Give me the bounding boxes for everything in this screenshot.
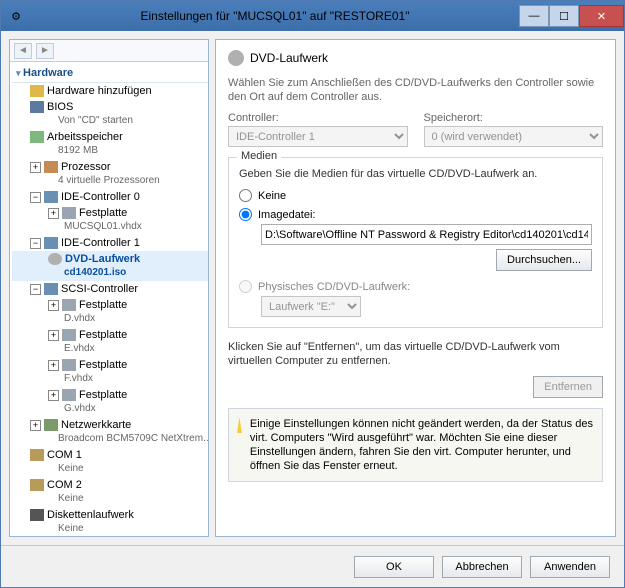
add-hardware-icon: [30, 85, 44, 97]
tree-scsi-hd2[interactable]: +FestplatteE.vhdx: [12, 327, 208, 357]
radio-none-label: Keine: [258, 190, 286, 202]
ide-icon: [44, 191, 58, 203]
browse-button[interactable]: Durchsuchen...: [496, 249, 592, 271]
tree-dvd-drive[interactable]: DVD-Laufwerkcd140201.iso: [12, 251, 208, 281]
window-icon: ⚙: [1, 1, 31, 31]
ide-icon: [44, 237, 58, 249]
remove-info: Klicken Sie auf "Entfernen", um das virt…: [228, 328, 603, 372]
dialog-footer: OK Abbrechen Anwenden: [1, 545, 624, 587]
tree-ide0-hd[interactable]: +FestplatteMUCSQL01.vhdx: [12, 205, 208, 235]
settings-window: ⚙ Einstellungen für "MUCSQL01" auf "REST…: [0, 0, 625, 588]
detail-panel: DVD-Laufwerk Wählen Sie zum Anschließen …: [215, 39, 616, 537]
radio-physical-label: Physisches CD/DVD-Laufwerk:: [258, 281, 410, 293]
hardware-tree[interactable]: Hardware Hardware hinzufügen BIOSVon "CD…: [10, 62, 208, 536]
physical-drive-select[interactable]: Laufwerk "E:": [261, 296, 361, 317]
media-fieldset: Medien Geben Sie die Medien für das virt…: [228, 157, 603, 328]
warning-icon: [237, 417, 242, 433]
tree-ide0[interactable]: −IDE-Controller 0: [12, 189, 208, 205]
tree-bios[interactable]: BIOSVon "CD" starten: [12, 99, 208, 129]
minimize-button[interactable]: —: [519, 5, 549, 27]
radio-none[interactable]: [239, 189, 252, 202]
com-port-icon: [30, 449, 44, 461]
bios-icon: [30, 101, 44, 113]
window-title: Einstellungen für "MUCSQL01" auf "RESTOR…: [31, 9, 519, 23]
dvd-icon: [48, 253, 62, 265]
radio-image-label: Imagedatei:: [258, 209, 315, 221]
titlebar[interactable]: ⚙ Einstellungen für "MUCSQL01" auf "REST…: [1, 1, 624, 31]
controller-label: Controller:: [228, 112, 408, 124]
tree-floppy[interactable]: DiskettenlaufwerkKeine: [12, 507, 208, 536]
expand-toggle[interactable]: +: [30, 420, 41, 431]
tree-add-hardware[interactable]: Hardware hinzufügen: [12, 83, 208, 99]
maximize-button[interactable]: ☐: [549, 5, 579, 27]
disk-icon: [62, 207, 76, 219]
nav-forward-button[interactable]: ►: [36, 43, 54, 59]
memory-icon: [30, 131, 44, 143]
tree-network[interactable]: +NetzwerkkarteBroadcom BCM5709C NetXtrem…: [12, 417, 208, 447]
image-path-input[interactable]: [261, 224, 592, 245]
expand-toggle[interactable]: +: [48, 300, 59, 311]
close-button[interactable]: ✕: [579, 5, 624, 27]
cpu-icon: [44, 161, 58, 173]
disk-icon: [62, 329, 76, 341]
tree-com1[interactable]: COM 1Keine: [12, 447, 208, 477]
expand-toggle[interactable]: −: [30, 284, 41, 295]
network-icon: [44, 419, 58, 431]
ok-button[interactable]: OK: [354, 556, 434, 578]
tree-scsi-hd4[interactable]: +FestplatteG.vhdx: [12, 387, 208, 417]
cancel-button[interactable]: Abbrechen: [442, 556, 522, 578]
expand-toggle[interactable]: +: [48, 330, 59, 341]
scsi-icon: [44, 283, 58, 295]
location-select[interactable]: 0 (wird verwendet): [424, 126, 604, 147]
apply-button[interactable]: Anwenden: [530, 556, 610, 578]
tree-scsi[interactable]: −SCSI-Controller: [12, 281, 208, 297]
radio-image[interactable]: [239, 208, 252, 221]
expand-toggle[interactable]: +: [48, 208, 59, 219]
tree-scsi-hd3[interactable]: +FestplatteF.vhdx: [12, 357, 208, 387]
media-info: Geben Sie die Medien für das virtuelle C…: [239, 164, 592, 186]
controller-select[interactable]: IDE-Controller 1: [228, 126, 408, 147]
expand-toggle[interactable]: +: [30, 162, 41, 173]
nav-back-button[interactable]: ◄: [14, 43, 32, 59]
disk-icon: [62, 299, 76, 311]
warning-box: Einige Einstellungen können nicht geände…: [228, 408, 603, 482]
expand-toggle[interactable]: −: [30, 192, 41, 203]
nav-toolbar: ◄ ►: [10, 40, 208, 62]
disk-icon: [62, 389, 76, 401]
dvd-icon: [228, 50, 244, 66]
tree-com2[interactable]: COM 2Keine: [12, 477, 208, 507]
tree-memory[interactable]: Arbeitsspeicher8192 MB: [12, 129, 208, 159]
radio-physical[interactable]: [239, 280, 252, 293]
tree-cpu[interactable]: +Prozessor4 virtuelle Prozessoren: [12, 159, 208, 189]
expand-toggle[interactable]: −: [30, 238, 41, 249]
panel-description: Wählen Sie zum Anschließen des CD/DVD-La…: [228, 72, 603, 112]
disk-icon: [62, 359, 76, 371]
floppy-icon: [30, 509, 44, 521]
tree-ide1[interactable]: −IDE-Controller 1: [12, 235, 208, 251]
expand-toggle[interactable]: +: [48, 360, 59, 371]
warning-text: Einige Einstellungen können nicht geände…: [250, 417, 594, 473]
left-panel: ◄ ► Hardware Hardware hinzufügen BIOSVon…: [9, 39, 209, 537]
expand-toggle[interactable]: +: [48, 390, 59, 401]
remove-button[interactable]: Entfernen: [533, 376, 603, 398]
com-port-icon: [30, 479, 44, 491]
panel-title: DVD-Laufwerk: [250, 51, 328, 65]
media-legend: Medien: [237, 150, 281, 162]
category-hardware[interactable]: Hardware: [12, 64, 208, 83]
tree-scsi-hd1[interactable]: +FestplatteD.vhdx: [12, 297, 208, 327]
location-label: Speicherort:: [424, 112, 604, 124]
